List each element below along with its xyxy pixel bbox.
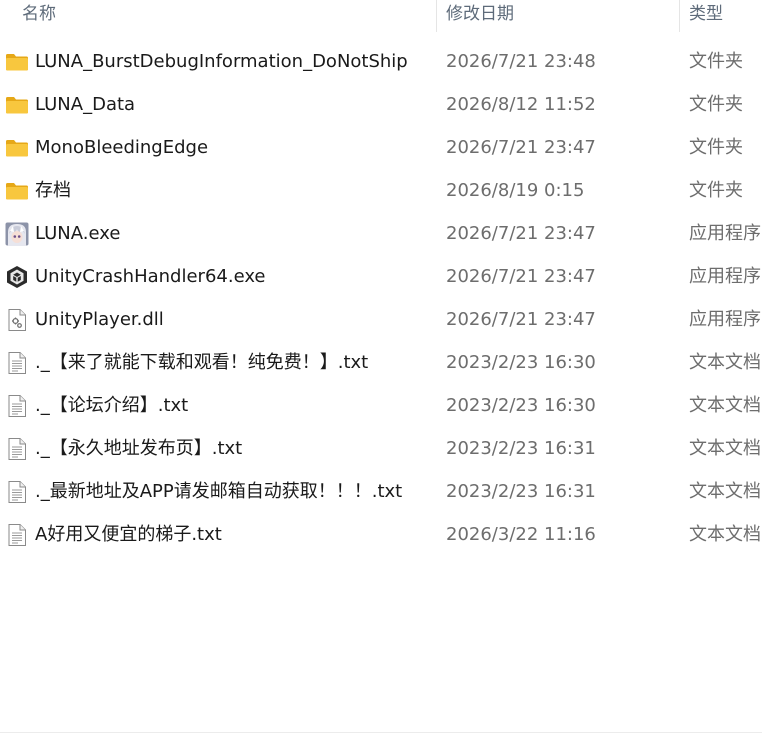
file-type: 文本文档 — [689, 481, 761, 502]
file-date-modified: 2026/8/12 11:52 — [446, 94, 596, 115]
file-name[interactable]: ._最新地址及APP请发邮箱自动获取！！！.txt — [35, 470, 402, 513]
folder-icon — [5, 50, 29, 74]
file-type: 应用程序 — [689, 309, 761, 330]
file-name[interactable]: ._【论坛介绍】.txt — [35, 384, 188, 427]
dll-icon — [5, 308, 29, 332]
file-row[interactable]: UnityPlayer.dll 2026/7/21 23:47 应用程序 — [0, 298, 762, 341]
file-type: 应用程序 — [689, 266, 761, 287]
file-type: 应用程序 — [689, 223, 761, 244]
file-name[interactable]: ._【永久地址发布页】.txt — [35, 427, 242, 470]
file-name[interactable]: ._【来了就能下载和观看！纯免费！】.txt — [35, 341, 368, 384]
file-type: 文件夹 — [689, 180, 743, 201]
text-file-icon — [5, 437, 29, 461]
file-type: 文本文档 — [689, 352, 761, 373]
file-list: LUNA_BurstDebugInformation_DoNotShip 2026… — [0, 40, 762, 556]
folder-icon — [5, 179, 29, 203]
file-row[interactable]: UnityCrashHandler64.exe 2026/7/21 23:47 应用… — [0, 255, 762, 298]
file-type: 文本文档 — [689, 438, 761, 459]
file-row[interactable]: A好用又便宜的梯子.txt 2026/3/22 11:16 文本文档 — [0, 513, 762, 556]
folder-icon — [5, 136, 29, 160]
name-column-header[interactable]: 名称 — [22, 0, 432, 30]
date-modified-column-header[interactable]: 修改日期 — [446, 0, 674, 30]
file-type: 文本文档 — [689, 524, 761, 545]
file-name[interactable]: MonoBleedingEdge — [35, 126, 208, 169]
file-name[interactable]: LUNA_BurstDebugInformation_DoNotShip — [35, 40, 408, 83]
file-row[interactable]: MonoBleedingEdge 2026/7/21 23:47 文件夹 — [0, 126, 762, 169]
file-row[interactable]: ._最新地址及APP请发邮箱自动获取！！！.txt 2023/2/23 16:31… — [0, 470, 762, 513]
file-row[interactable]: ._【论坛介绍】.txt 2023/2/23 16:30 文本文档 — [0, 384, 762, 427]
type-column-header[interactable]: 类型 — [689, 0, 762, 30]
file-date-modified: 2023/2/23 16:31 — [446, 481, 596, 502]
file-date-modified: 2023/2/23 16:30 — [446, 352, 596, 373]
file-type: 文件夹 — [689, 137, 743, 158]
text-file-icon — [5, 351, 29, 375]
file-date-modified: 2026/7/21 23:47 — [446, 266, 596, 287]
file-name[interactable]: 存档 — [35, 169, 71, 212]
file-date-modified: 2026/8/19 0:15 — [446, 180, 585, 201]
file-date-modified: 2026/7/21 23:48 — [446, 51, 596, 72]
column-divider[interactable] — [436, 0, 437, 32]
file-date-modified: 2026/7/21 23:47 — [446, 137, 596, 158]
file-row[interactable]: LUNA_Data 2026/8/12 11:52 文件夹 — [0, 83, 762, 126]
file-row[interactable]: LUNA_BurstDebugInformation_DoNotShip 2026… — [0, 40, 762, 83]
text-file-icon — [5, 394, 29, 418]
file-date-modified: 2023/2/23 16:31 — [446, 438, 596, 459]
file-type: 文本文档 — [689, 395, 761, 416]
file-name[interactable]: UnityPlayer.dll — [35, 298, 164, 341]
file-type: 文件夹 — [689, 94, 743, 115]
file-date-modified: 2026/3/22 11:16 — [446, 524, 596, 545]
file-row[interactable]: LUNA.exe 2026/7/21 23:47 应用程序 — [0, 212, 762, 255]
unity-icon — [5, 265, 29, 289]
column-header-bar: 名称 修改日期 类型 — [0, 0, 762, 32]
file-date-modified: 2026/7/21 23:47 — [446, 309, 596, 330]
file-row[interactable]: ._【永久地址发布页】.txt 2023/2/23 16:31 文本文档 — [0, 427, 762, 470]
file-name[interactable]: A好用又便宜的梯子.txt — [35, 513, 222, 556]
file-date-modified: 2023/2/23 16:30 — [446, 395, 596, 416]
file-name[interactable]: UnityCrashHandler64.exe — [35, 255, 266, 298]
file-row[interactable]: 存档 2026/8/19 0:15 文件夹 — [0, 169, 762, 212]
file-name[interactable]: LUNA_Data — [35, 83, 135, 126]
file-type: 文件夹 — [689, 51, 743, 72]
divider — [0, 732, 762, 733]
text-file-icon — [5, 480, 29, 504]
file-date-modified: 2026/7/21 23:47 — [446, 223, 596, 244]
file-row[interactable]: ._【来了就能下载和观看！纯免费！】.txt 2023/2/23 16:30 文本文… — [0, 341, 762, 384]
app-avatar-icon — [5, 222, 29, 246]
text-file-icon — [5, 523, 29, 547]
file-name[interactable]: LUNA.exe — [35, 212, 120, 255]
column-divider[interactable] — [679, 0, 680, 32]
folder-icon — [5, 93, 29, 117]
file-explorer-view: 名称 修改日期 类型 LUNA_BurstDebugInformation_Do… — [0, 0, 762, 735]
